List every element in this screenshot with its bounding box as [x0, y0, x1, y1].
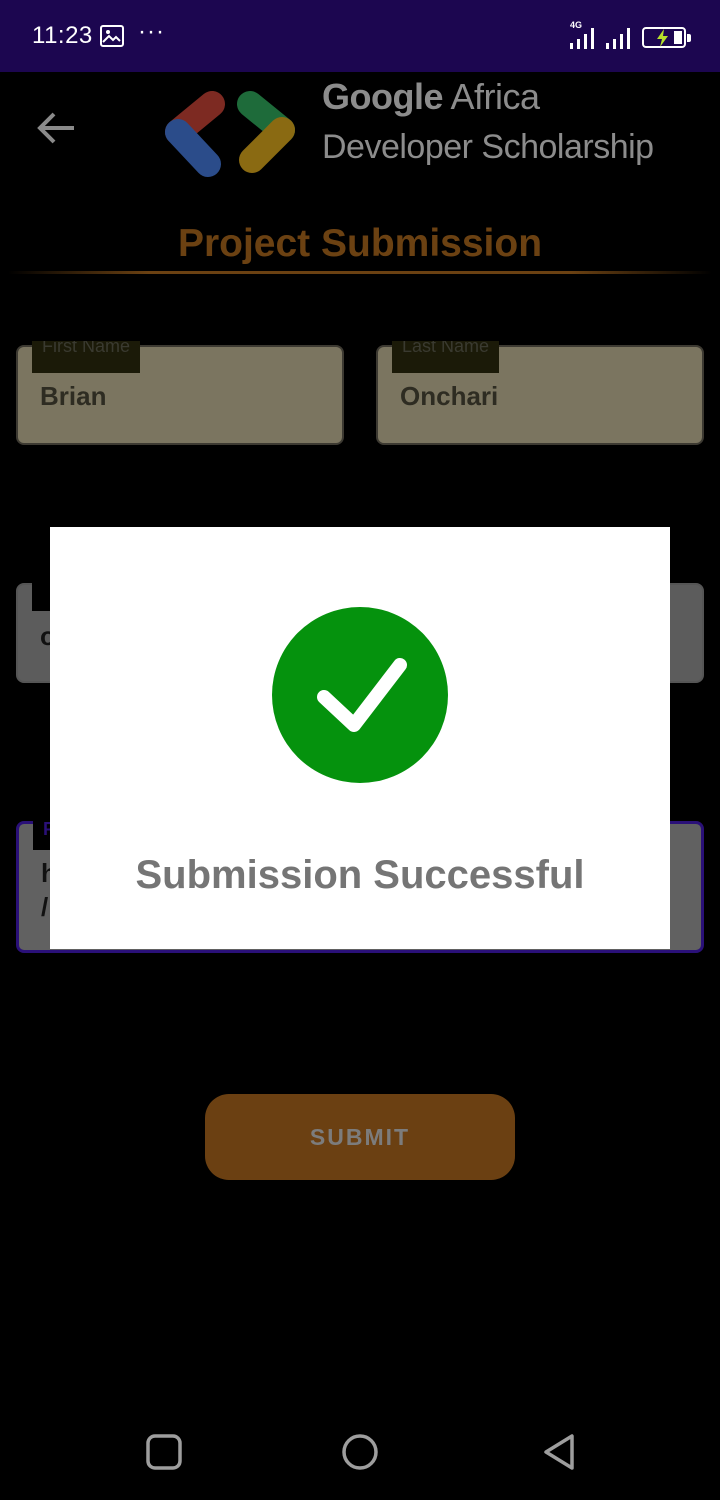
github-link-value-line2: / — [41, 892, 49, 922]
home-icon[interactable] — [340, 1432, 380, 1472]
more-notifications-icon: ··· — [138, 18, 165, 45]
brand-wordmark: Google Africa Developer Scholarship — [322, 72, 654, 172]
page-title: Project Submission — [177, 222, 543, 265]
title-divider — [8, 271, 712, 274]
last-name-label: Last Name — [392, 341, 500, 373]
brand-africa: Africa — [443, 76, 541, 117]
first-name-label: First Name — [32, 341, 141, 373]
first-name-field[interactable]: First Name Brian — [16, 341, 344, 445]
recent-apps-icon[interactable] — [144, 1432, 184, 1472]
first-name-value: Brian — [40, 381, 107, 411]
status-indicators: 4G — [568, 20, 691, 50]
battery-charging-icon — [642, 27, 691, 48]
submit-button[interactable]: SUBMIT — [205, 1094, 515, 1180]
last-name-field[interactable]: Last Name Onchari — [376, 341, 704, 445]
brand-google: Google — [322, 76, 444, 117]
gallery-icon — [100, 25, 124, 47]
wifi-signal-icon — [606, 28, 630, 49]
cellular-signal-icon — [570, 28, 594, 49]
last-name-value: Onchari — [400, 381, 499, 411]
back-icon[interactable] — [540, 1432, 580, 1472]
dialog-message: Submission Successful — [135, 853, 585, 897]
success-dialog: Submission Successful — [50, 527, 670, 949]
brand-subtitle: Developer Scholarship — [322, 128, 654, 166]
status-bar: 11:23 ··· 4G — [0, 0, 720, 72]
checkmark-success-icon — [272, 607, 448, 783]
status-time: 11:23 — [32, 22, 93, 49]
navigation-bar — [0, 1400, 720, 1500]
developer-scholarship-logo — [165, 91, 295, 177]
back-arrow-icon[interactable] — [36, 110, 76, 146]
